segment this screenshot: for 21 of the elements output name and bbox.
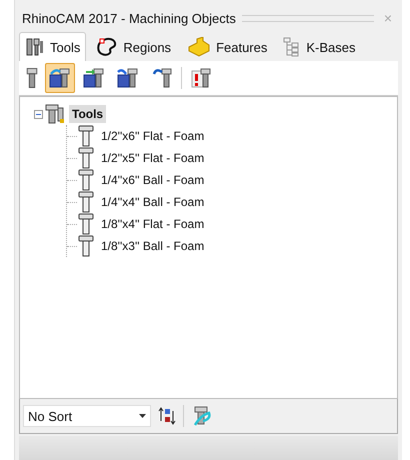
tree-item[interactable]: 1/8''x4'' Flat - Foam [98, 215, 208, 233]
tab[interactable]: K-Bases [277, 32, 362, 61]
tab[interactable]: Regions [90, 32, 178, 61]
collapse-button[interactable] [34, 110, 43, 118]
curve-icon [96, 37, 118, 57]
tree-item[interactable]: 1/4''x6'' Ball - Foam [98, 171, 208, 189]
tree-item[interactable]: Tools [69, 105, 106, 123]
tree-item[interactable]: 1/2''x5'' Flat - Foam [98, 149, 208, 167]
tab[interactable]: Tools [19, 32, 86, 61]
sort-icon [158, 407, 176, 425]
hierarchy-icon [283, 37, 302, 57]
window-title: RhinoCAM 2017 - Machining Objects [22, 10, 236, 26]
tree-item[interactable]: 1/4''x4'' Ball - Foam [98, 193, 208, 211]
tool-folder-icon [44, 103, 66, 125]
block-icon [187, 37, 212, 57]
toolbar-button[interactable] [45, 63, 75, 93]
caret-icon [139, 414, 146, 418]
sort-dropdown[interactable]: No Sort [23, 405, 151, 427]
tab[interactable]: Features [181, 32, 274, 61]
tree-item[interactable]: 1/8''x3'' Ball - Foam [98, 237, 208, 255]
tree-item[interactable]: 1/2''x6'' Flat - Foam [98, 127, 208, 145]
